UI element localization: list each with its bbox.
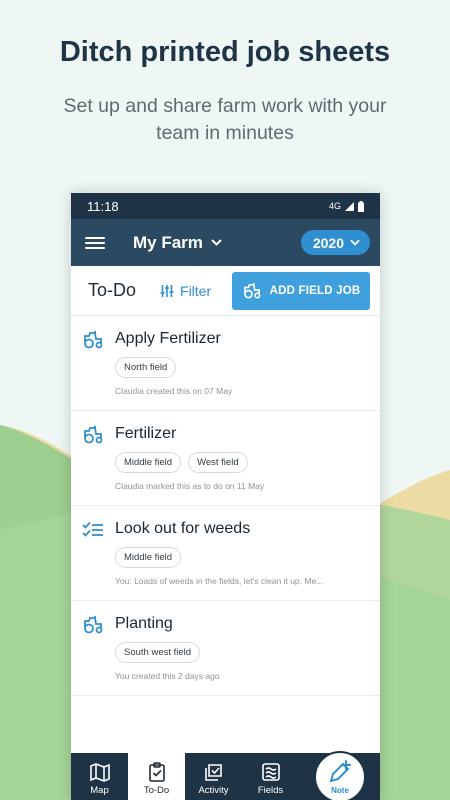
- job-tags: North field: [115, 357, 177, 378]
- checklist-icon: [82, 521, 103, 537]
- job-tags: South west field: [115, 642, 201, 663]
- chevron-down-icon: [350, 239, 360, 246]
- note-add-icon: [329, 760, 351, 783]
- fields-icon: [261, 763, 280, 781]
- hamburger-menu-icon[interactable]: [85, 235, 105, 251]
- network-type: 4G: [328, 201, 341, 211]
- job-tags: Middle field: [115, 547, 182, 568]
- nav-fields[interactable]: Fields: [242, 753, 299, 800]
- app-bar: My Farm 2020: [71, 219, 380, 266]
- job-list: Apply Fertilizer North field Claudia cre…: [71, 316, 380, 696]
- promo-title: Ditch printed job sheets: [59, 36, 391, 68]
- note-label: Note: [331, 786, 349, 795]
- job-tags: Middle field West field: [115, 452, 248, 473]
- add-field-job-button[interactable]: ADD FIELD JOB: [232, 271, 370, 310]
- field-tag: South west field: [115, 642, 201, 663]
- farm-selector[interactable]: My Farm: [133, 233, 222, 253]
- filter-sliders-icon: [160, 284, 174, 297]
- job-title: Apply Fertilizer: [115, 330, 221, 347]
- year-selector[interactable]: 2020: [300, 230, 370, 255]
- battery-icon: [358, 200, 364, 212]
- job-meta: You: Loads of weeds in the fields, let's…: [115, 576, 324, 586]
- job-item[interactable]: Fertilizer Middle field West field Claud…: [71, 411, 380, 506]
- field-tag: Middle field: [115, 547, 182, 568]
- field-tag: Middle field: [115, 452, 182, 473]
- list-toolbar: To-Do Filter ADD FIELD JOB: [71, 266, 380, 316]
- page-title: To-Do: [88, 280, 137, 300]
- field-tag: North field: [115, 357, 177, 378]
- nav-map-label: Map: [90, 785, 109, 796]
- nav-fields-label: Fields: [257, 785, 284, 796]
- nav-map[interactable]: Map: [71, 753, 128, 800]
- tractor-icon: [84, 616, 103, 634]
- filter-label: Filter: [180, 282, 212, 299]
- clipboard-icon: [148, 762, 165, 782]
- nav-activity-label: Activity: [198, 785, 229, 796]
- job-meta: Claudia marked this as to do on 11 May: [115, 481, 265, 491]
- job-title: Look out for weeds: [115, 520, 251, 537]
- activity-icon: [204, 764, 222, 781]
- tractor-icon: [243, 282, 260, 298]
- nav-todo[interactable]: To-Do: [128, 753, 185, 800]
- job-meta: You created this 2 days ago: [115, 671, 220, 681]
- add-field-job-label: ADD FIELD JOB: [269, 284, 361, 297]
- map-icon: [89, 763, 110, 782]
- tractor-icon: [84, 331, 103, 349]
- status-bar: 11:18 4G: [71, 193, 380, 219]
- job-item[interactable]: Planting South west field You created th…: [71, 601, 380, 696]
- field-tag: West field: [188, 452, 248, 473]
- status-time: 11:18: [87, 198, 119, 214]
- farm-name: My Farm: [133, 232, 203, 252]
- nav-activity[interactable]: Activity: [185, 753, 242, 800]
- nav-todo-label: To-Do: [143, 785, 170, 796]
- job-title: Planting: [115, 615, 173, 632]
- job-item[interactable]: Apply Fertilizer North field Claudia cre…: [71, 316, 380, 411]
- job-meta: Claudia created this on 07 May: [115, 386, 233, 396]
- promo-subtitle: Set up and share farm work with your tea…: [63, 95, 387, 144]
- job-item[interactable]: Look out for weeds Middle field You: Loa…: [71, 506, 380, 601]
- year-label: 2020: [312, 234, 344, 251]
- phone-screen: 11:18 4G My Farm 2020 To-Do Filter ADD F…: [71, 193, 380, 800]
- tractor-icon: [84, 426, 103, 444]
- chevron-down-icon: [211, 239, 222, 246]
- filter-button[interactable]: Filter: [160, 283, 211, 299]
- job-title: Fertilizer: [115, 425, 177, 442]
- add-note-fab[interactable]: Note: [314, 751, 366, 800]
- signal-icon: [345, 201, 354, 211]
